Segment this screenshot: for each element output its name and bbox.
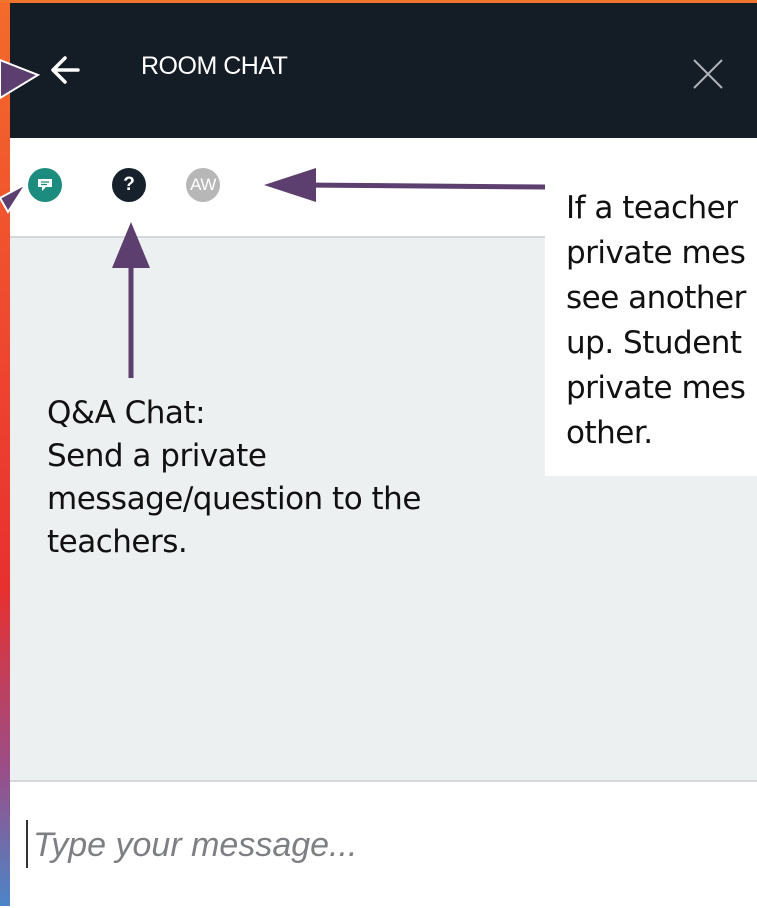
annotation-arrow (264, 168, 546, 202)
annotation-arrow (112, 222, 150, 378)
annotation-arrows (0, 58, 546, 378)
annotation-arrow (0, 58, 41, 100)
annotation-arrow (0, 181, 29, 214)
